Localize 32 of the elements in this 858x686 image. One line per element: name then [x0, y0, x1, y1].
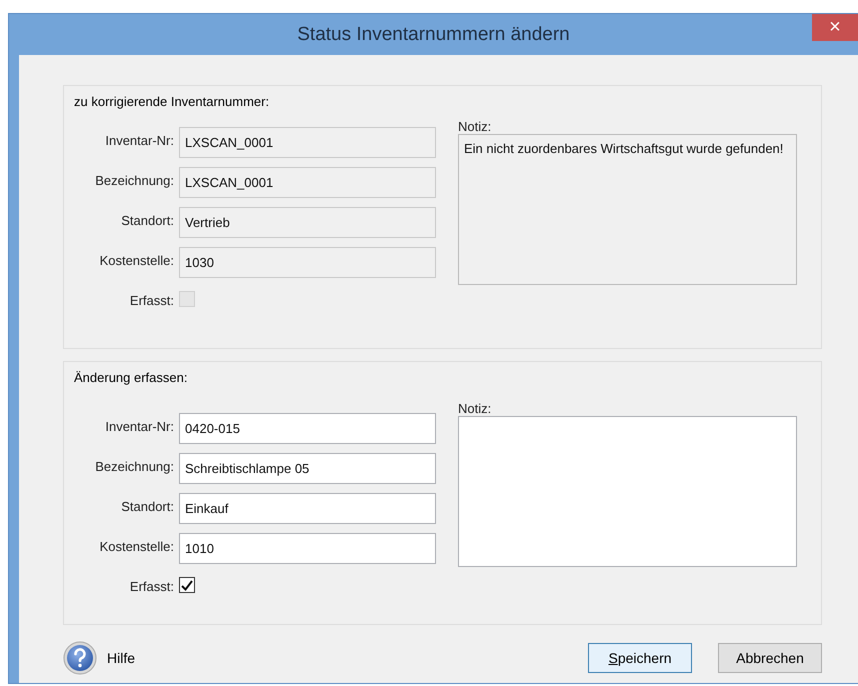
text-field[interactable]: LXSCAN_0001 [179, 167, 436, 198]
field-label: Kostenstelle: [98, 252, 174, 268]
text-field[interactable]: 0420-015 [179, 413, 436, 444]
field-label: Bezeichnung: [94, 458, 174, 474]
group-title: Änderung erfassen: [74, 370, 188, 385]
checkmark-icon [181, 580, 193, 590]
field-label: Standort: [120, 498, 174, 514]
save-button[interactable]: Speichern [588, 643, 692, 673]
field-label: Kostenstelle: [98, 538, 174, 554]
text-field[interactable]: LXSCAN_0001 [179, 127, 436, 158]
field-label: Inventar-Nr: [104, 132, 174, 148]
note-field[interactable] [458, 416, 797, 567]
group-title: zu korrigierende Inventarnummer: [74, 94, 270, 109]
checkbox[interactable] [179, 577, 195, 593]
field-label: Standort: [120, 212, 174, 228]
field-label: Bezeichnung: [94, 172, 174, 188]
cancel-button[interactable]: Abbrechen [718, 643, 822, 673]
close-button[interactable]: × [812, 14, 858, 41]
field-label: Erfasst: [128, 578, 174, 594]
note-label: Notiz: [458, 119, 492, 134]
text-field[interactable]: 1030 [179, 247, 436, 278]
field-label: Inventar-Nr: [104, 418, 174, 434]
note-field[interactable]: Ein nicht zuordenbares Wirtschaftsgut wurde gefunden! [458, 134, 797, 285]
help-icon[interactable] [63, 641, 97, 675]
window-title: Status Inventarnummern ändern [297, 24, 570, 46]
help-label[interactable]: Hilfe [107, 650, 136, 666]
text-field[interactable]: 1010 [179, 533, 436, 564]
text-field[interactable]: Schreibtischlampe 05 [179, 453, 436, 484]
field-label: Erfasst: [128, 292, 174, 308]
note-label: Notiz: [458, 401, 492, 416]
text-field[interactable]: Vertrieb [179, 207, 436, 238]
text-field[interactable]: Einkauf [179, 493, 436, 524]
